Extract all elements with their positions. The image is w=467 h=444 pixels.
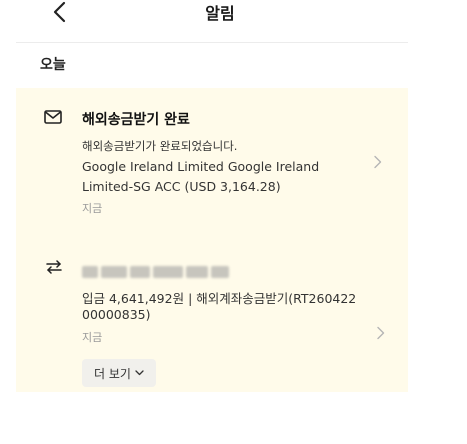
notification-time: 지금	[82, 202, 103, 215]
notification-sender-line-1: Google Ireland Limited Google Ireland	[82, 159, 320, 174]
chevron-right-icon[interactable]	[376, 326, 386, 340]
header-divider	[16, 42, 408, 43]
chevron-down-icon	[135, 370, 144, 376]
transfer-icon	[46, 260, 62, 274]
notification-title: 해외송금받기 완료	[82, 112, 190, 128]
notification-card[interactable]	[16, 230, 408, 392]
blurred-account-name	[82, 261, 232, 278]
mail-icon	[44, 110, 62, 124]
notification-message: 해외송금받기가 완료되었습니다.	[82, 139, 238, 153]
notification-sender-line-2: Limited-SG ACC (USD 3,164.28)	[82, 179, 281, 194]
chevron-right-icon[interactable]	[373, 155, 383, 169]
transaction-detail-line-2: 00000835)	[82, 307, 151, 322]
notification-time: 지금	[82, 331, 103, 344]
more-button[interactable]: 더 보기	[82, 359, 156, 387]
page-title: 알림	[205, 4, 235, 23]
section-label-today: 오늘	[40, 57, 66, 73]
more-button-label: 더 보기	[94, 366, 131, 381]
